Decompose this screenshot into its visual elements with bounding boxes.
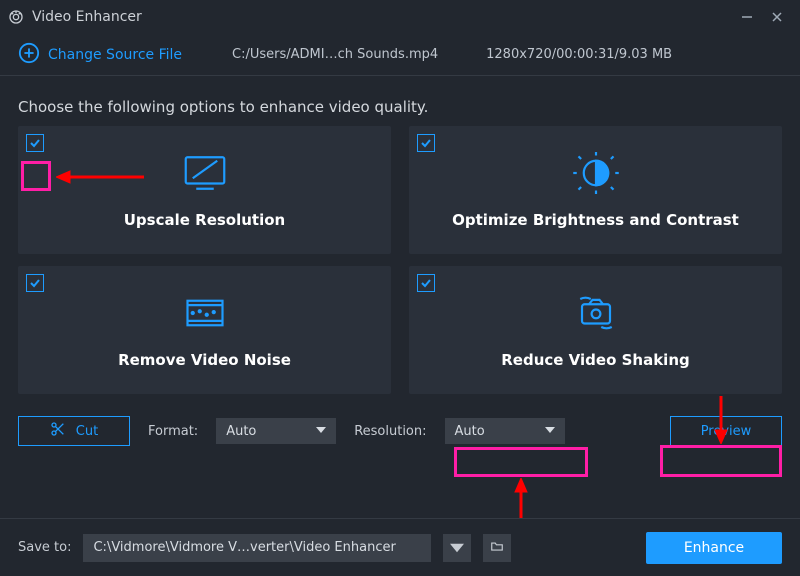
card-label: Optimize Brightness and Contrast — [452, 211, 739, 229]
card-optimize-brightness[interactable]: Optimize Brightness and Contrast — [409, 126, 782, 254]
change-source-label: Change Source File — [48, 47, 182, 63]
window-title: Video Enhancer — [32, 9, 142, 25]
browse-folder-button[interactable] — [483, 534, 511, 562]
annotation-box-preview — [660, 445, 782, 477]
annotation-arrow-up-resolution — [514, 478, 528, 518]
app-icon — [8, 9, 24, 25]
checkbox-upscale[interactable] — [26, 134, 44, 152]
resolution-value: Auto — [455, 424, 485, 439]
card-label: Remove Video Noise — [118, 351, 291, 369]
minimize-button[interactable] — [732, 2, 762, 32]
monitor-upscale-icon — [177, 151, 233, 199]
checkbox-brightness[interactable] — [417, 134, 435, 152]
resolution-dropdown[interactable]: Auto — [445, 418, 565, 444]
save-path-dropdown[interactable] — [443, 534, 471, 562]
footer: Save to: C:\Vidmore\Vidmore V…verter\Vid… — [0, 518, 800, 576]
chevron-down-icon — [545, 424, 555, 439]
options-grid: Upscale Resolution Optimize Brightness a… — [0, 126, 800, 394]
enhance-label: Enhance — [684, 540, 744, 556]
card-remove-noise[interactable]: Remove Video Noise — [18, 266, 391, 394]
cut-button[interactable]: Cut — [18, 416, 130, 446]
save-to-label: Save to: — [18, 540, 71, 555]
save-path-value: C:\Vidmore\Vidmore V…verter\Video Enhanc… — [93, 540, 395, 555]
save-path-input[interactable]: C:\Vidmore\Vidmore V…verter\Video Enhanc… — [83, 534, 431, 562]
enhance-button[interactable]: Enhance — [646, 532, 782, 564]
card-label: Upscale Resolution — [124, 211, 285, 229]
file-path: C:/Users/ADMI…ch Sounds.mp4 — [232, 47, 438, 62]
sun-contrast-icon — [568, 151, 624, 199]
checkbox-noise[interactable] — [26, 274, 44, 292]
annotation-box-upscale-checkbox — [21, 161, 51, 191]
close-button[interactable] — [762, 2, 792, 32]
format-label: Format: — [148, 424, 198, 439]
format-value: Auto — [226, 424, 256, 439]
card-upscale-resolution[interactable]: Upscale Resolution — [18, 126, 391, 254]
format-dropdown[interactable]: Auto — [216, 418, 336, 444]
annotation-arrow-left — [56, 170, 146, 184]
card-reduce-shaking[interactable]: Reduce Video Shaking — [409, 266, 782, 394]
checkbox-shaking[interactable] — [417, 274, 435, 292]
film-noise-icon — [177, 291, 233, 339]
camera-shake-icon — [568, 291, 624, 339]
resolution-label: Resolution: — [354, 424, 426, 439]
cut-label: Cut — [76, 424, 98, 439]
card-label: Reduce Video Shaking — [501, 351, 690, 369]
scissors-icon — [50, 421, 66, 441]
annotation-arrow-down-preview — [714, 396, 728, 444]
annotation-box-resolution — [454, 447, 588, 477]
toolbar: Change Source File C:/Users/ADMI…ch Soun… — [0, 34, 800, 76]
chevron-down-icon — [316, 424, 326, 439]
change-source-button[interactable]: Change Source File — [18, 42, 182, 68]
titlebar: Video Enhancer — [0, 0, 800, 34]
file-info: C:/Users/ADMI…ch Sounds.mp4 1280x720/00:… — [232, 47, 782, 62]
folder-icon — [490, 539, 504, 557]
file-meta: 1280x720/00:00:31/9.03 MB — [486, 47, 672, 62]
instruction-text: Choose the following options to enhance … — [0, 76, 800, 126]
add-circle-icon — [18, 42, 40, 68]
